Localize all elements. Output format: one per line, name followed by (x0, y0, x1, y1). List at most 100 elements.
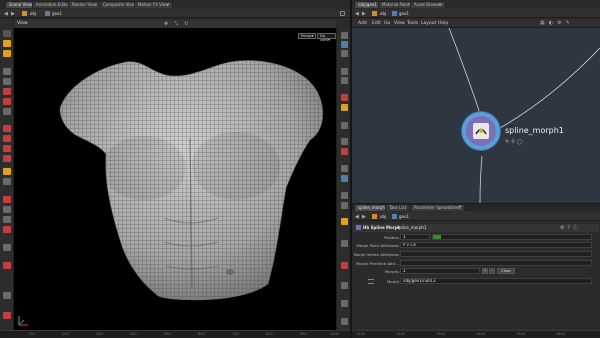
display-options-icon[interactable] (3, 292, 11, 299)
display-render-icon[interactable] (341, 262, 348, 269)
menu-go[interactable]: Go (384, 20, 390, 27)
measure-tool-icon[interactable] (3, 244, 11, 251)
transform-tool-icon[interactable] (3, 68, 11, 75)
param-tab-parameter-spreadsheet[interactable]: Parameter Spreadsheet (410, 204, 466, 211)
persp-menu[interactable]: Persp▾ (298, 33, 317, 39)
display-end-icon[interactable] (341, 318, 348, 325)
node-flag-icons[interactable]: ✎⚲◯ (505, 139, 524, 145)
handle-tool-icon[interactable] (3, 98, 11, 105)
display-shaded-icon[interactable] (341, 41, 348, 48)
primitive-snap-icon[interactable] (3, 155, 11, 162)
right-tab-obj-geo1[interactable]: /obj/geo1 (354, 1, 381, 8)
lasso-tool-icon[interactable] (3, 216, 11, 223)
menu-add[interactable]: Add (358, 20, 367, 27)
param-path-root[interactable]: obj (380, 213, 386, 220)
param-geo-icon (392, 214, 397, 219)
display-guide-icon[interactable] (341, 175, 348, 182)
display-bg-icon[interactable] (341, 94, 348, 101)
menu-edit[interactable]: Edit (372, 20, 381, 27)
morphs-add-button[interactable]: + (482, 268, 488, 274)
left-tab-render-view[interactable]: Render View (68, 1, 102, 8)
ruler-tick: 1200 (396, 332, 405, 336)
display-options-right-icon[interactable] (341, 240, 348, 247)
display-xray-icon[interactable] (341, 122, 348, 129)
param-header-type: Hb Spline Morph (363, 225, 401, 230)
param-path-node[interactable]: geo1 (399, 213, 409, 220)
menu-tools[interactable]: Tools (407, 20, 418, 27)
view-tool-icon[interactable] (3, 50, 11, 57)
snap-tool-icon[interactable] (3, 125, 11, 132)
display-template-icon[interactable] (341, 138, 348, 145)
vertex-attr-field[interactable] (400, 251, 592, 257)
right-path-bar (352, 9, 600, 18)
display-wire-icon[interactable] (341, 32, 348, 39)
scale-tool-icon[interactable] (3, 88, 11, 95)
param-header-name[interactable]: spline_morph1 (397, 225, 426, 230)
param-back-icon[interactable]: ◀ (355, 214, 359, 220)
display-flipbook-icon[interactable] (341, 282, 348, 289)
display-safe-icon[interactable] (341, 192, 348, 199)
grid-snap-icon[interactable] (3, 145, 11, 152)
menu-help[interactable]: Help (438, 20, 448, 27)
display-points-icon[interactable] (341, 68, 348, 75)
axis-gizmo-icon (18, 316, 28, 326)
left-timeline-ruler[interactable] (0, 330, 350, 338)
left-path-node[interactable]: geo1 (52, 10, 62, 17)
right-add-tab-icon[interactable]: + (438, 2, 442, 8)
right-path-node[interactable]: geo1 (399, 10, 409, 17)
param-header-icons[interactable]: ⚙?ⓘ (560, 224, 581, 231)
position-slider[interactable] (432, 234, 592, 240)
display-ortho-icon[interactable] (341, 202, 348, 209)
right-back-icon[interactable]: ◀ (355, 11, 359, 17)
param-forward-icon[interactable]: ▶ (362, 214, 366, 220)
net-tool-icons[interactable]: ▦◐⚙✎ (540, 20, 574, 26)
viewport[interactable]: Persp▾ No cam▾ (14, 28, 336, 330)
position-field[interactable]: 1 (400, 234, 430, 240)
annotation-tool-icon[interactable] (3, 262, 11, 269)
menu-view[interactable]: View (394, 20, 405, 27)
settings-tool-icon[interactable] (3, 312, 11, 319)
display-normals-icon[interactable] (341, 77, 348, 84)
left-path-root[interactable]: obj (30, 10, 36, 17)
morphs-field[interactable]: 1 (400, 268, 480, 274)
add-tab-icon[interactable]: + (166, 2, 170, 8)
morphs-clear-button[interactable]: Clear (497, 268, 515, 274)
select-tool-icon[interactable] (3, 30, 11, 37)
camera-tool-icon[interactable] (3, 168, 11, 175)
prim-attr-field[interactable] (400, 260, 592, 266)
display-light-icon[interactable] (341, 104, 348, 111)
paint-tool-icon[interactable] (3, 206, 11, 213)
node-type-icon (473, 123, 489, 139)
param-add-tab-icon[interactable]: + (458, 204, 462, 210)
light-tool-icon[interactable] (3, 178, 11, 185)
display-pick-icon[interactable] (341, 148, 348, 155)
menu-layout[interactable]: Layout (421, 20, 436, 27)
morph-field[interactable]: /obj/geo1/null13 (400, 278, 592, 284)
display-layout-icon[interactable] (341, 218, 348, 225)
morphs-label: Morphs (385, 269, 399, 274)
display-more-icon[interactable] (341, 300, 348, 307)
right-forward-icon[interactable]: ▶ (362, 11, 366, 17)
magnet-tool-icon[interactable] (3, 135, 11, 142)
display-grid-icon[interactable] (341, 165, 348, 172)
display-ghost-icon[interactable] (341, 50, 348, 57)
left-pin-icon[interactable] (340, 11, 345, 16)
point-attr-label: Morph Point Attributes (356, 243, 399, 248)
brush-tool-icon[interactable] (3, 226, 11, 233)
pose-tool-icon[interactable] (3, 108, 11, 115)
render-region-icon[interactable] (3, 196, 11, 203)
right-path-root[interactable]: obj (380, 10, 386, 17)
ruler-tick: 1000 (330, 332, 339, 336)
ruler-tick: 200 (62, 332, 69, 336)
left-back-icon[interactable]: ◀ (4, 11, 8, 17)
left-forward-icon[interactable]: ▶ (11, 11, 15, 17)
network-editor[interactable]: spline_morph1 ✎⚲◯ (352, 28, 600, 203)
point-attr-field[interactable]: P v Cd (400, 242, 592, 248)
camera-menu[interactable]: No cam▾ (317, 33, 336, 42)
viewport-tool-icons[interactable]: ✥⤡↻ (164, 21, 194, 27)
select-mode-icon[interactable] (3, 40, 11, 47)
param-tab-take-list[interactable]: Take List (385, 204, 411, 211)
rotate-tool-icon[interactable] (3, 78, 11, 85)
morphs-remove-button[interactable]: − (489, 268, 495, 274)
position-label: Position (384, 235, 399, 240)
